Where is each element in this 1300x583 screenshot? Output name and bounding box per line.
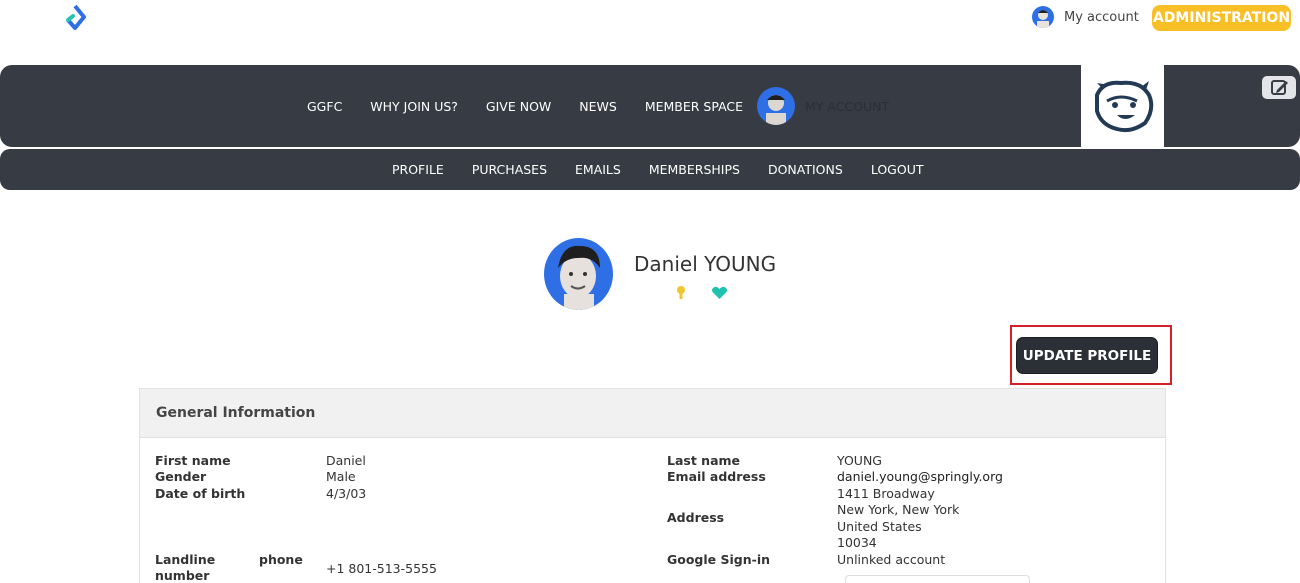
nav-item-ggfc[interactable]: GGFC [307, 99, 342, 114]
profile-avatar [544, 238, 613, 310]
administration-button[interactable]: ADMINISTRATION [1152, 5, 1291, 31]
landline-value: +1 801-513-5555 [326, 561, 437, 576]
address-line-3: United States [837, 519, 922, 534]
address-label: Address [667, 510, 725, 525]
address-line-1: 1411 Broadway [837, 486, 935, 501]
my-account-label: My account [1064, 9, 1139, 25]
first-name-value: Daniel [326, 453, 366, 468]
avatar [1032, 6, 1054, 28]
nav-item-member-space[interactable]: MEMBER SPACE [645, 99, 743, 114]
email-value: daniel.young@springly.org [837, 469, 1003, 484]
avatar [757, 87, 795, 125]
dob-value: 4/3/03 [326, 486, 367, 501]
tab-profile[interactable]: PROFILE [392, 162, 444, 177]
tab-emails[interactable]: EMAILS [575, 162, 621, 177]
medal-icon [676, 284, 686, 299]
last-name-label: Last name [667, 453, 741, 468]
landline-label-1: Landline [155, 552, 216, 567]
address-line-4: 10034 [837, 535, 877, 550]
edit-page-button[interactable] [1262, 76, 1296, 99]
google-signin-button[interactable] [845, 575, 1030, 583]
tab-logout[interactable]: LOGOUT [871, 162, 924, 177]
tab-donations[interactable]: DONATIONS [768, 162, 843, 177]
club-logo [1081, 65, 1164, 148]
tab-purchases[interactable]: PURCHASES [472, 162, 547, 177]
first-name-label: First name [155, 453, 231, 468]
card-title: General Information [140, 389, 1165, 438]
my-account-link[interactable]: My account [1032, 6, 1139, 28]
dob-label: Date of birth [155, 486, 246, 501]
account-subnavigation: PROFILE PURCHASES EMAILS MEMBERSHIPS DON… [0, 149, 1300, 190]
edit-icon [1271, 80, 1288, 95]
tab-memberships[interactable]: MEMBERSHIPS [649, 162, 740, 177]
nav-item-news[interactable]: NEWS [579, 99, 617, 114]
email-label: Email address [667, 469, 766, 484]
springly-logo-icon[interactable] [62, 4, 88, 32]
nav-item-why-join-us[interactable]: WHY JOIN US? [370, 99, 458, 114]
nav-my-account[interactable]: MY ACCOUNT [757, 87, 889, 125]
google-signin-value: Unlinked account [837, 552, 946, 567]
profile-name: Daniel YOUNG [634, 252, 777, 276]
gender-value: Male [326, 469, 356, 484]
gender-label: Gender [155, 469, 207, 484]
update-profile-button[interactable]: UPDATE PROFILE [1016, 337, 1158, 374]
nav-item-give-now[interactable]: GIVE NOW [486, 99, 551, 114]
address-line-2: New York, New York [837, 502, 960, 517]
top-bar: My account ADMINISTRATION [0, 0, 1300, 62]
google-signin-label: Google Sign-in [667, 552, 771, 567]
last-name-value: YOUNG [837, 453, 882, 468]
nav-my-account-label: MY ACCOUNT [805, 98, 890, 114]
heart-icon [711, 285, 728, 299]
landline-label-3: number [155, 568, 210, 583]
landline-label-2: phone [259, 552, 303, 567]
